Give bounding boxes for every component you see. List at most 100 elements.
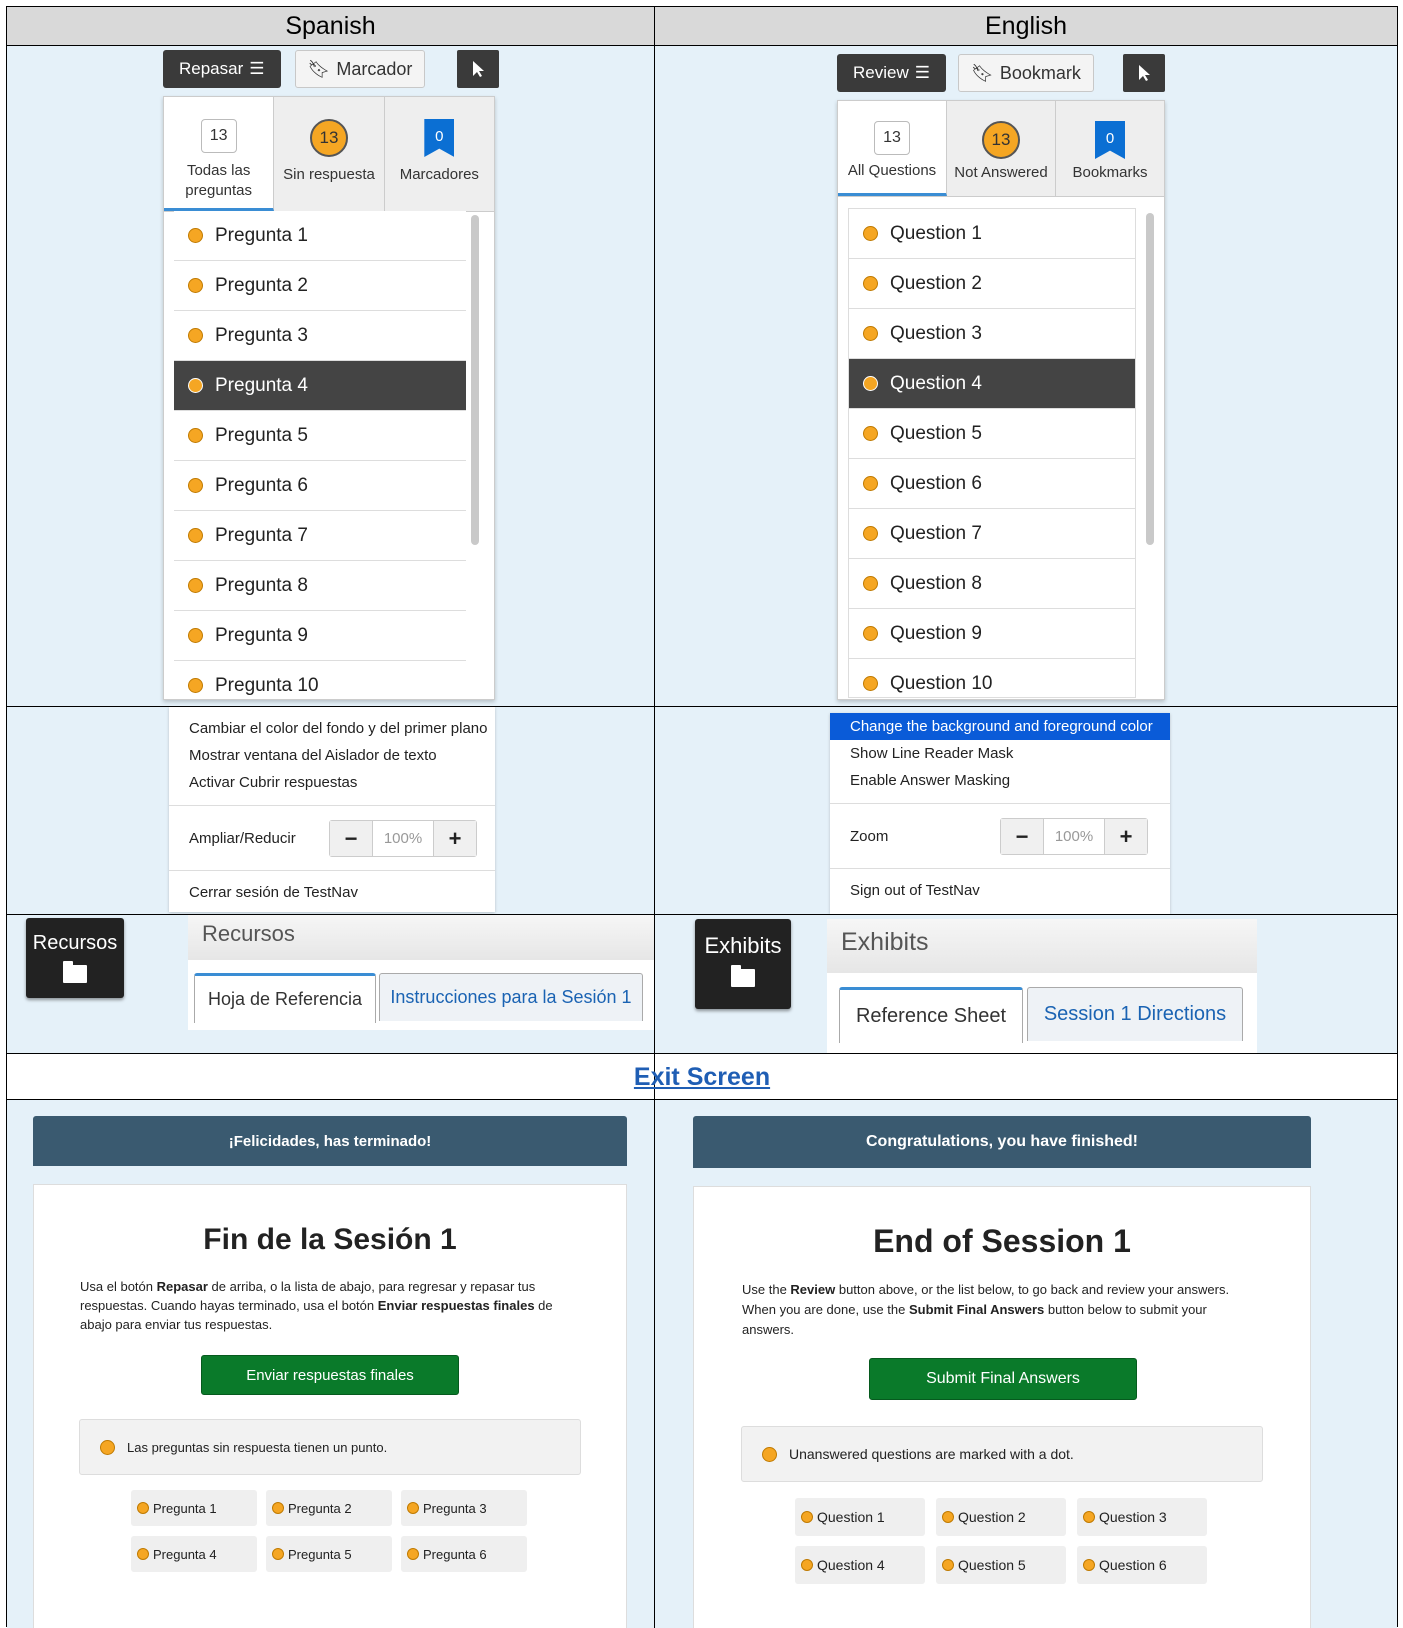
tab-label: All Questions [847, 162, 937, 179]
menu-item-line-reader[interactable]: Show Line Reader Mask [830, 740, 1170, 767]
list-item-selected[interactable]: Question 4 [849, 359, 1135, 409]
menu-item-answer-masking[interactable]: Enable Answer Masking [830, 767, 1170, 794]
question-chip[interactable]: Pregunta 3 [401, 1490, 527, 1526]
exit-screen-title[interactable]: Exit Screen [7, 1057, 1397, 1097]
exhibits-button-label: Exhibits [704, 933, 782, 958]
zoom-stepper: − 100% + [329, 820, 477, 857]
exhibits-button[interactable]: Exhibits [695, 919, 791, 1009]
question-list: Question 1 Question 2 Question 3 Questio… [848, 208, 1136, 698]
list-item[interactable]: Question 7 [849, 509, 1135, 559]
question-chip[interactable]: Pregunta 1 [131, 1490, 257, 1526]
list-item[interactable]: Pregunta 1 [174, 211, 466, 261]
instructions-text: Usa el botón Repasar de arriba, o la lis… [80, 1279, 553, 1332]
zoom-row: Ampliar/Reducir − 100% + [169, 814, 495, 862]
question-chip[interactable]: Question 4 [795, 1546, 925, 1584]
tab-bookmarks[interactable]: 0 Marcadores [384, 97, 494, 211]
tab-reference-sheet[interactable]: Hoja de Referencia [194, 973, 376, 1023]
unanswered-dot-icon [801, 1511, 813, 1523]
tab-label: Sin respuesta [283, 166, 375, 183]
menu-item-answer-masking[interactable]: Activar Cubrir respuestas [169, 769, 495, 796]
pointer-tool-button[interactable] [1123, 54, 1165, 92]
list-item[interactable]: Question 2 [849, 259, 1135, 309]
question-chip[interactable]: Question 1 [795, 1498, 925, 1536]
question-chip[interactable]: Pregunta 5 [266, 1536, 392, 1572]
review-label: Repasar [179, 59, 244, 78]
tab-reference-sheet[interactable]: Reference Sheet [839, 987, 1023, 1043]
submit-final-answers-button[interactable]: Enviar respuestas finales [201, 1355, 459, 1395]
bookmark-button[interactable]: 🔖︎ Marcador [294, 50, 426, 88]
list-item[interactable]: Question 8 [849, 559, 1135, 609]
list-item[interactable]: Question 1 [849, 209, 1135, 259]
question-label: Pregunta 4 [215, 374, 308, 396]
tab-all-questions[interactable]: 13 All Questions [838, 101, 947, 196]
tab-not-answered[interactable]: 13 Sin respuesta [274, 97, 385, 211]
question-list: Pregunta 1 Pregunta 2 Pregunta 3 Pregunt… [174, 211, 466, 699]
zoom-in-button[interactable]: + [434, 821, 476, 856]
en-exit-cell: Congratulations, you have finished! End … [655, 1100, 1397, 1628]
menu-item-sign-out[interactable]: Cerrar sesión de TestNav [169, 879, 495, 906]
tools-menu: Change the background and foreground col… [830, 713, 1170, 914]
question-chip[interactable]: Question 3 [1077, 1498, 1207, 1536]
submit-final-answers-button[interactable]: Submit Final Answers [869, 1358, 1137, 1400]
tab-not-answered[interactable]: 13 Not Answered [947, 101, 1056, 196]
bookmark-button[interactable]: 🔖︎ Bookmark [958, 54, 1094, 92]
list-item[interactable]: Pregunta 10 [174, 661, 466, 699]
menu-item-color[interactable]: Change the background and foreground col… [830, 713, 1170, 740]
question-chip[interactable]: Question 6 [1077, 1546, 1207, 1584]
question-label: Pregunta 5 [215, 424, 308, 446]
bookmark-icon: 🔖︎ [971, 62, 994, 83]
unanswered-dot-icon [407, 1502, 419, 1514]
bookmark-label: Marcador [336, 58, 413, 79]
zoom-value: 100% [372, 821, 434, 856]
question-label: Pregunta 9 [215, 624, 308, 646]
question-chip[interactable]: Pregunta 4 [131, 1536, 257, 1572]
list-item[interactable]: Question 5 [849, 409, 1135, 459]
menu-item-sign-out[interactable]: Sign out of TestNav [830, 877, 1170, 904]
tab-session-directions[interactable]: Instrucciones para la Sesión 1 [379, 973, 643, 1021]
unanswered-dot-icon [188, 428, 203, 443]
review-button[interactable]: Repasar ☰ [163, 50, 281, 88]
menu-item-line-reader[interactable]: Mostrar ventana del Aislador de texto [169, 742, 495, 769]
list-item[interactable]: Pregunta 9 [174, 611, 466, 661]
scrollbar[interactable] [471, 215, 479, 545]
list-item-selected[interactable]: Pregunta 4 [174, 361, 466, 411]
list-item[interactable]: Pregunta 7 [174, 511, 466, 561]
tab-bookmarks[interactable]: 0 Bookmarks [1056, 101, 1164, 196]
list-item[interactable]: Question 6 [849, 459, 1135, 509]
question-chip[interactable]: Question 2 [936, 1498, 1066, 1536]
unanswered-dot-icon [1083, 1559, 1095, 1571]
question-label: Question 5 [890, 422, 982, 444]
unanswered-dot-icon [272, 1548, 284, 1560]
question-label: Pregunta 3 [215, 324, 308, 346]
list-item[interactable]: Pregunta 5 [174, 411, 466, 461]
end-title: End of Session 1 [873, 1223, 1131, 1259]
tab-session-directions[interactable]: Session 1 Directions [1027, 987, 1243, 1041]
question-chip[interactable]: Pregunta 2 [266, 1490, 392, 1526]
zoom-in-button[interactable]: + [1105, 819, 1147, 854]
list-icon: ☰ [914, 63, 930, 82]
question-chip[interactable]: Pregunta 6 [401, 1536, 527, 1572]
list-item[interactable]: Question 9 [849, 609, 1135, 659]
zoom-out-button[interactable]: − [330, 821, 372, 856]
question-chip[interactable]: Question 5 [936, 1546, 1066, 1584]
es-menu-cell: Cambiar el color del fondo y del primer … [7, 707, 654, 914]
list-item[interactable]: Pregunta 6 [174, 461, 466, 511]
list-item[interactable]: Pregunta 3 [174, 311, 466, 361]
legend-box: Las preguntas sin respuesta tienen un pu… [79, 1419, 581, 1475]
scrollbar[interactable] [1146, 213, 1154, 545]
list-item[interactable]: Pregunta 2 [174, 261, 466, 311]
unanswered-dot-icon [863, 626, 878, 641]
tab-all-questions[interactable]: 13 Todas las preguntas [164, 97, 275, 211]
unanswered-dot-icon [942, 1559, 954, 1571]
list-item[interactable]: Pregunta 8 [174, 561, 466, 611]
unanswered-dot-icon [188, 678, 203, 693]
pointer-tool-button[interactable] [457, 50, 499, 88]
zoom-out-button[interactable]: − [1001, 819, 1043, 854]
list-item[interactable]: Question 3 [849, 309, 1135, 359]
chip-label: Question 4 [817, 1557, 885, 1573]
tools-menu: Cambiar el color del fondo y del primer … [169, 707, 495, 912]
exhibits-button[interactable]: Recursos [26, 918, 124, 998]
review-button[interactable]: Review ☰ [837, 54, 946, 92]
list-item[interactable]: Question 10 [849, 659, 1135, 697]
menu-item-color[interactable]: Cambiar el color del fondo y del primer … [169, 715, 495, 742]
